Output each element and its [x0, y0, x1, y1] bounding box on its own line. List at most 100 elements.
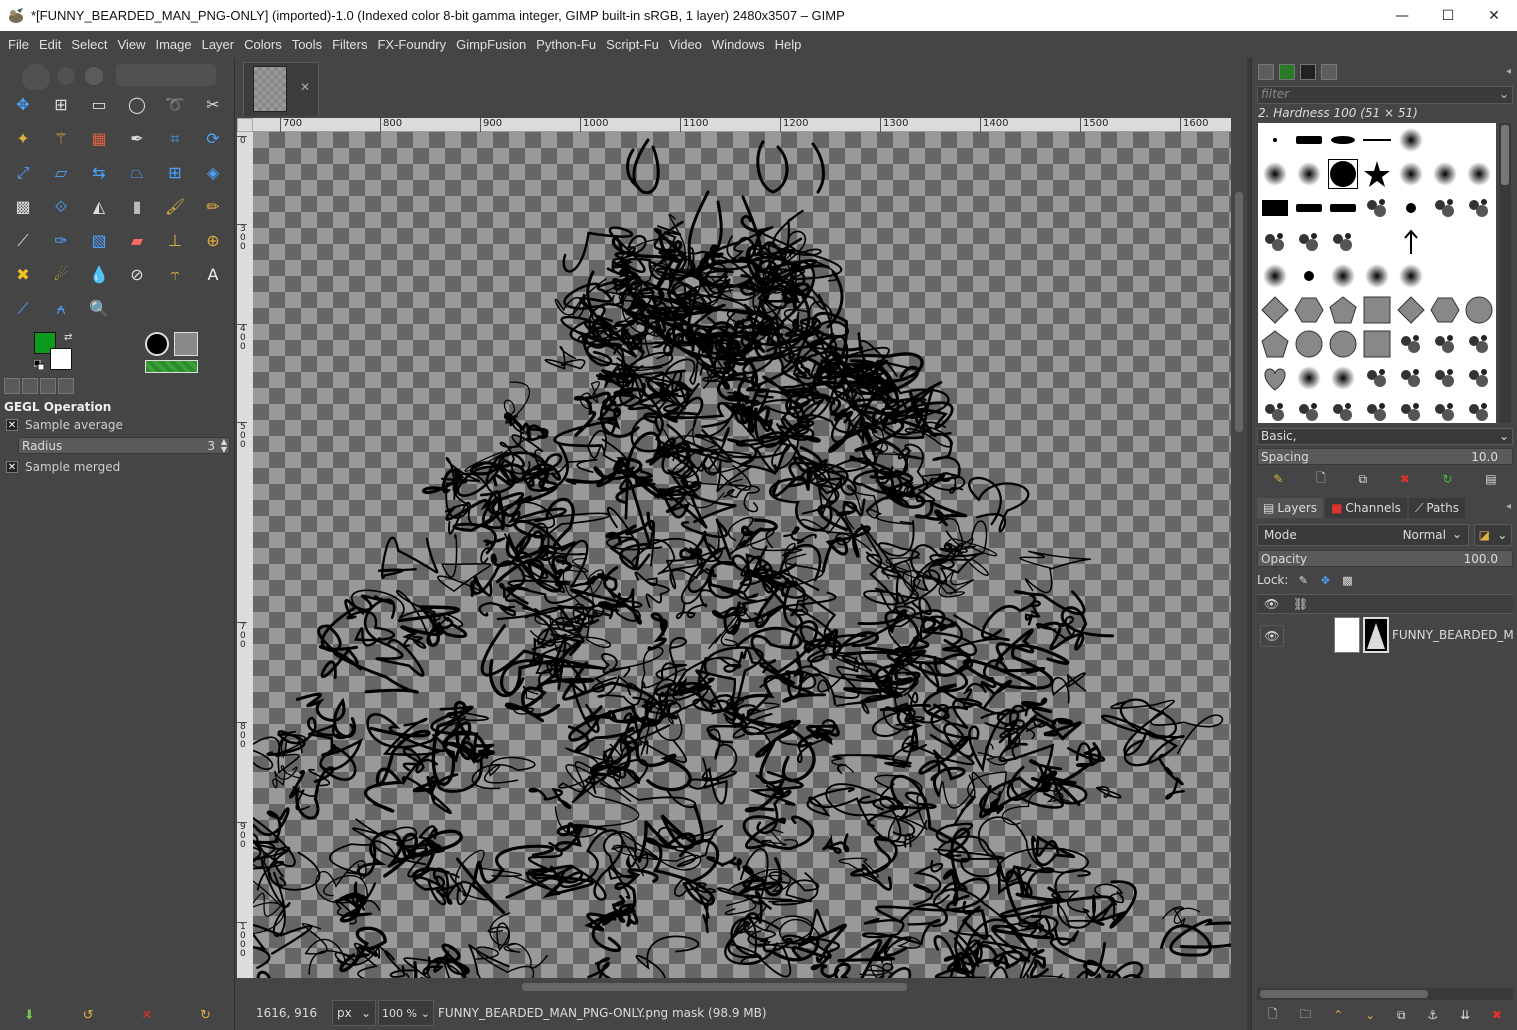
maximize-button[interactable]: ☐ — [1425, 0, 1471, 31]
tab-layers[interactable]: ▤ Layers — [1257, 498, 1324, 518]
menu-fx-foundry[interactable]: FX-Foundry — [372, 37, 451, 52]
duplicate-layer-icon[interactable]: ⧉ — [1397, 1008, 1406, 1023]
delete-layer-icon[interactable]: ✖ — [1492, 1008, 1502, 1022]
brush-item[interactable] — [1360, 157, 1394, 191]
brush-item[interactable] — [1394, 225, 1428, 259]
close-button[interactable]: ✕ — [1471, 0, 1517, 31]
layer-thumbnail[interactable] — [1334, 617, 1360, 653]
menu-layer[interactable]: Layer — [197, 37, 240, 52]
unit-selector[interactable]: px ⌄ — [332, 1000, 376, 1026]
delete-brush-icon[interactable]: ✖ — [1400, 472, 1410, 486]
tool-button[interactable]: 🖌 — [156, 190, 194, 224]
brush-item[interactable] — [1326, 293, 1360, 327]
brush-item[interactable] — [1292, 157, 1326, 191]
brush-item[interactable] — [1326, 361, 1360, 395]
tool-button[interactable]: ✏ — [194, 190, 232, 224]
brush-item[interactable] — [1394, 361, 1428, 395]
brush-item[interactable] — [1326, 225, 1360, 259]
tab-gradients[interactable] — [1279, 64, 1295, 80]
brush-item[interactable] — [1258, 123, 1292, 157]
chevron-down-icon[interactable]: ⌄ — [1499, 87, 1509, 101]
refresh-brushes-icon[interactable]: ↻ — [1443, 472, 1453, 486]
lock-alpha-icon[interactable]: ▩ — [1340, 573, 1354, 587]
active-brush-preview[interactable] — [145, 332, 169, 356]
tool-button[interactable]: ⊥ — [156, 224, 194, 258]
new-layer-icon[interactable]: 🗋 — [1268, 1005, 1278, 1026]
tab-fonts[interactable] — [1321, 64, 1337, 80]
tool-button[interactable]: ◭ — [80, 190, 118, 224]
brush-item[interactable] — [1292, 293, 1326, 327]
brush-item[interactable] — [1292, 191, 1326, 225]
menu-colors[interactable]: Colors — [239, 37, 287, 52]
sample-merged-checkbox[interactable]: ✕ Sample merged — [6, 460, 120, 474]
sample-average-checkbox[interactable]: ✕ Sample average — [6, 418, 123, 432]
menu-gimpfusion[interactable]: GimpFusion — [451, 37, 531, 52]
brush-tag-selector[interactable]: Basic, ⌄ — [1257, 428, 1513, 445]
tool-button[interactable]: ◯ — [118, 88, 156, 122]
tool-button[interactable]: ⤢ — [4, 156, 42, 190]
menu-view[interactable]: View — [113, 37, 151, 52]
layer-mask-thumbnail[interactable] — [1363, 617, 1389, 653]
brush-item[interactable] — [1394, 327, 1428, 361]
vertical-scrollbar[interactable] — [1231, 132, 1247, 978]
brush-item[interactable] — [1326, 395, 1360, 423]
tool-button[interactable]: ⍲ — [42, 292, 80, 326]
brush-item[interactable] — [1428, 259, 1462, 293]
brush-item[interactable] — [1360, 327, 1394, 361]
tool-button[interactable]: ▱ — [42, 156, 80, 190]
tool-button[interactable]: ▰ — [118, 224, 156, 258]
brush-item[interactable] — [1292, 361, 1326, 395]
background-color[interactable] — [50, 348, 72, 370]
brush-item[interactable] — [1394, 259, 1428, 293]
default-colors-icon[interactable] — [34, 360, 44, 370]
edit-brush-icon[interactable]: ✎ — [1273, 472, 1283, 486]
lock-pixels-icon[interactable]: ✎ — [1296, 573, 1310, 587]
tool-button[interactable]: ⇆ — [80, 156, 118, 190]
tool-button[interactable]: ⟐ — [42, 190, 80, 224]
tool-button[interactable]: ⟋ — [4, 224, 42, 258]
tool-button[interactable]: ⥾ — [156, 258, 194, 292]
lock-position-icon[interactable]: ✥ — [1318, 573, 1332, 587]
duplicate-brush-icon[interactable]: ⧉ — [1358, 472, 1367, 487]
tool-button[interactable]: ✖ — [4, 258, 42, 292]
scrollbar-thumb[interactable] — [1235, 192, 1243, 432]
tool-button[interactable]: ➰ — [156, 88, 194, 122]
tool-button[interactable]: ☄ — [42, 258, 80, 292]
tool-button[interactable]: 💧 — [80, 258, 118, 292]
delete-options-icon[interactable]: ✕ — [141, 1008, 152, 1023]
tab-images[interactable] — [58, 378, 74, 394]
new-layer-group-icon[interactable]: 🗀 — [1299, 1005, 1311, 1026]
tool-button[interactable]: ⊞ — [156, 156, 194, 190]
tool-button[interactable]: ⊕ — [194, 224, 232, 258]
brush-item[interactable] — [1326, 157, 1360, 191]
scrollbar-thumb[interactable] — [1501, 125, 1509, 185]
brush-item[interactable] — [1360, 259, 1394, 293]
brush-item[interactable] — [1462, 191, 1496, 225]
radius-spinner[interactable]: Radius 3 ▲ ▼ — [18, 437, 230, 454]
quick-mask-icon[interactable] — [1231, 118, 1247, 132]
brush-item[interactable] — [1428, 361, 1462, 395]
tool-button[interactable]: ⊞ — [42, 88, 80, 122]
dock-menu-icon[interactable]: ◂ — [1506, 501, 1511, 512]
horizontal-ruler[interactable]: 700 800 900 1000 1100 1200 1300 1400 1500 1600 — [253, 118, 1231, 132]
brush-item[interactable] — [1258, 361, 1292, 395]
swap-colors-icon[interactable]: ⇄ — [64, 332, 72, 343]
brush-scrollbar[interactable] — [1499, 123, 1511, 423]
brush-item[interactable] — [1360, 361, 1394, 395]
brush-item[interactable] — [1394, 123, 1428, 157]
menu-help[interactable]: Help — [770, 37, 807, 52]
brush-item[interactable] — [1428, 395, 1462, 423]
tool-button[interactable]: ✑ — [42, 224, 80, 258]
tab-tool-options[interactable] — [4, 378, 20, 394]
save-options-icon[interactable]: ⬇ — [24, 1008, 35, 1023]
scrollbar-thumb[interactable] — [522, 983, 907, 991]
tool-button[interactable]: ⚚ — [42, 122, 80, 156]
menu-file[interactable]: File — [3, 37, 34, 52]
tool-button[interactable]: ✥ — [4, 88, 42, 122]
brush-item[interactable] — [1428, 123, 1462, 157]
brush-item[interactable] — [1292, 123, 1326, 157]
new-brush-icon[interactable]: 🗋 — [1316, 469, 1326, 490]
tab-paths[interactable]: ⟋ Paths — [1408, 498, 1465, 518]
spacing-spinner[interactable]: Spacing 10.0 — [1257, 448, 1513, 465]
tool-button[interactable]: ◈ — [194, 156, 232, 190]
